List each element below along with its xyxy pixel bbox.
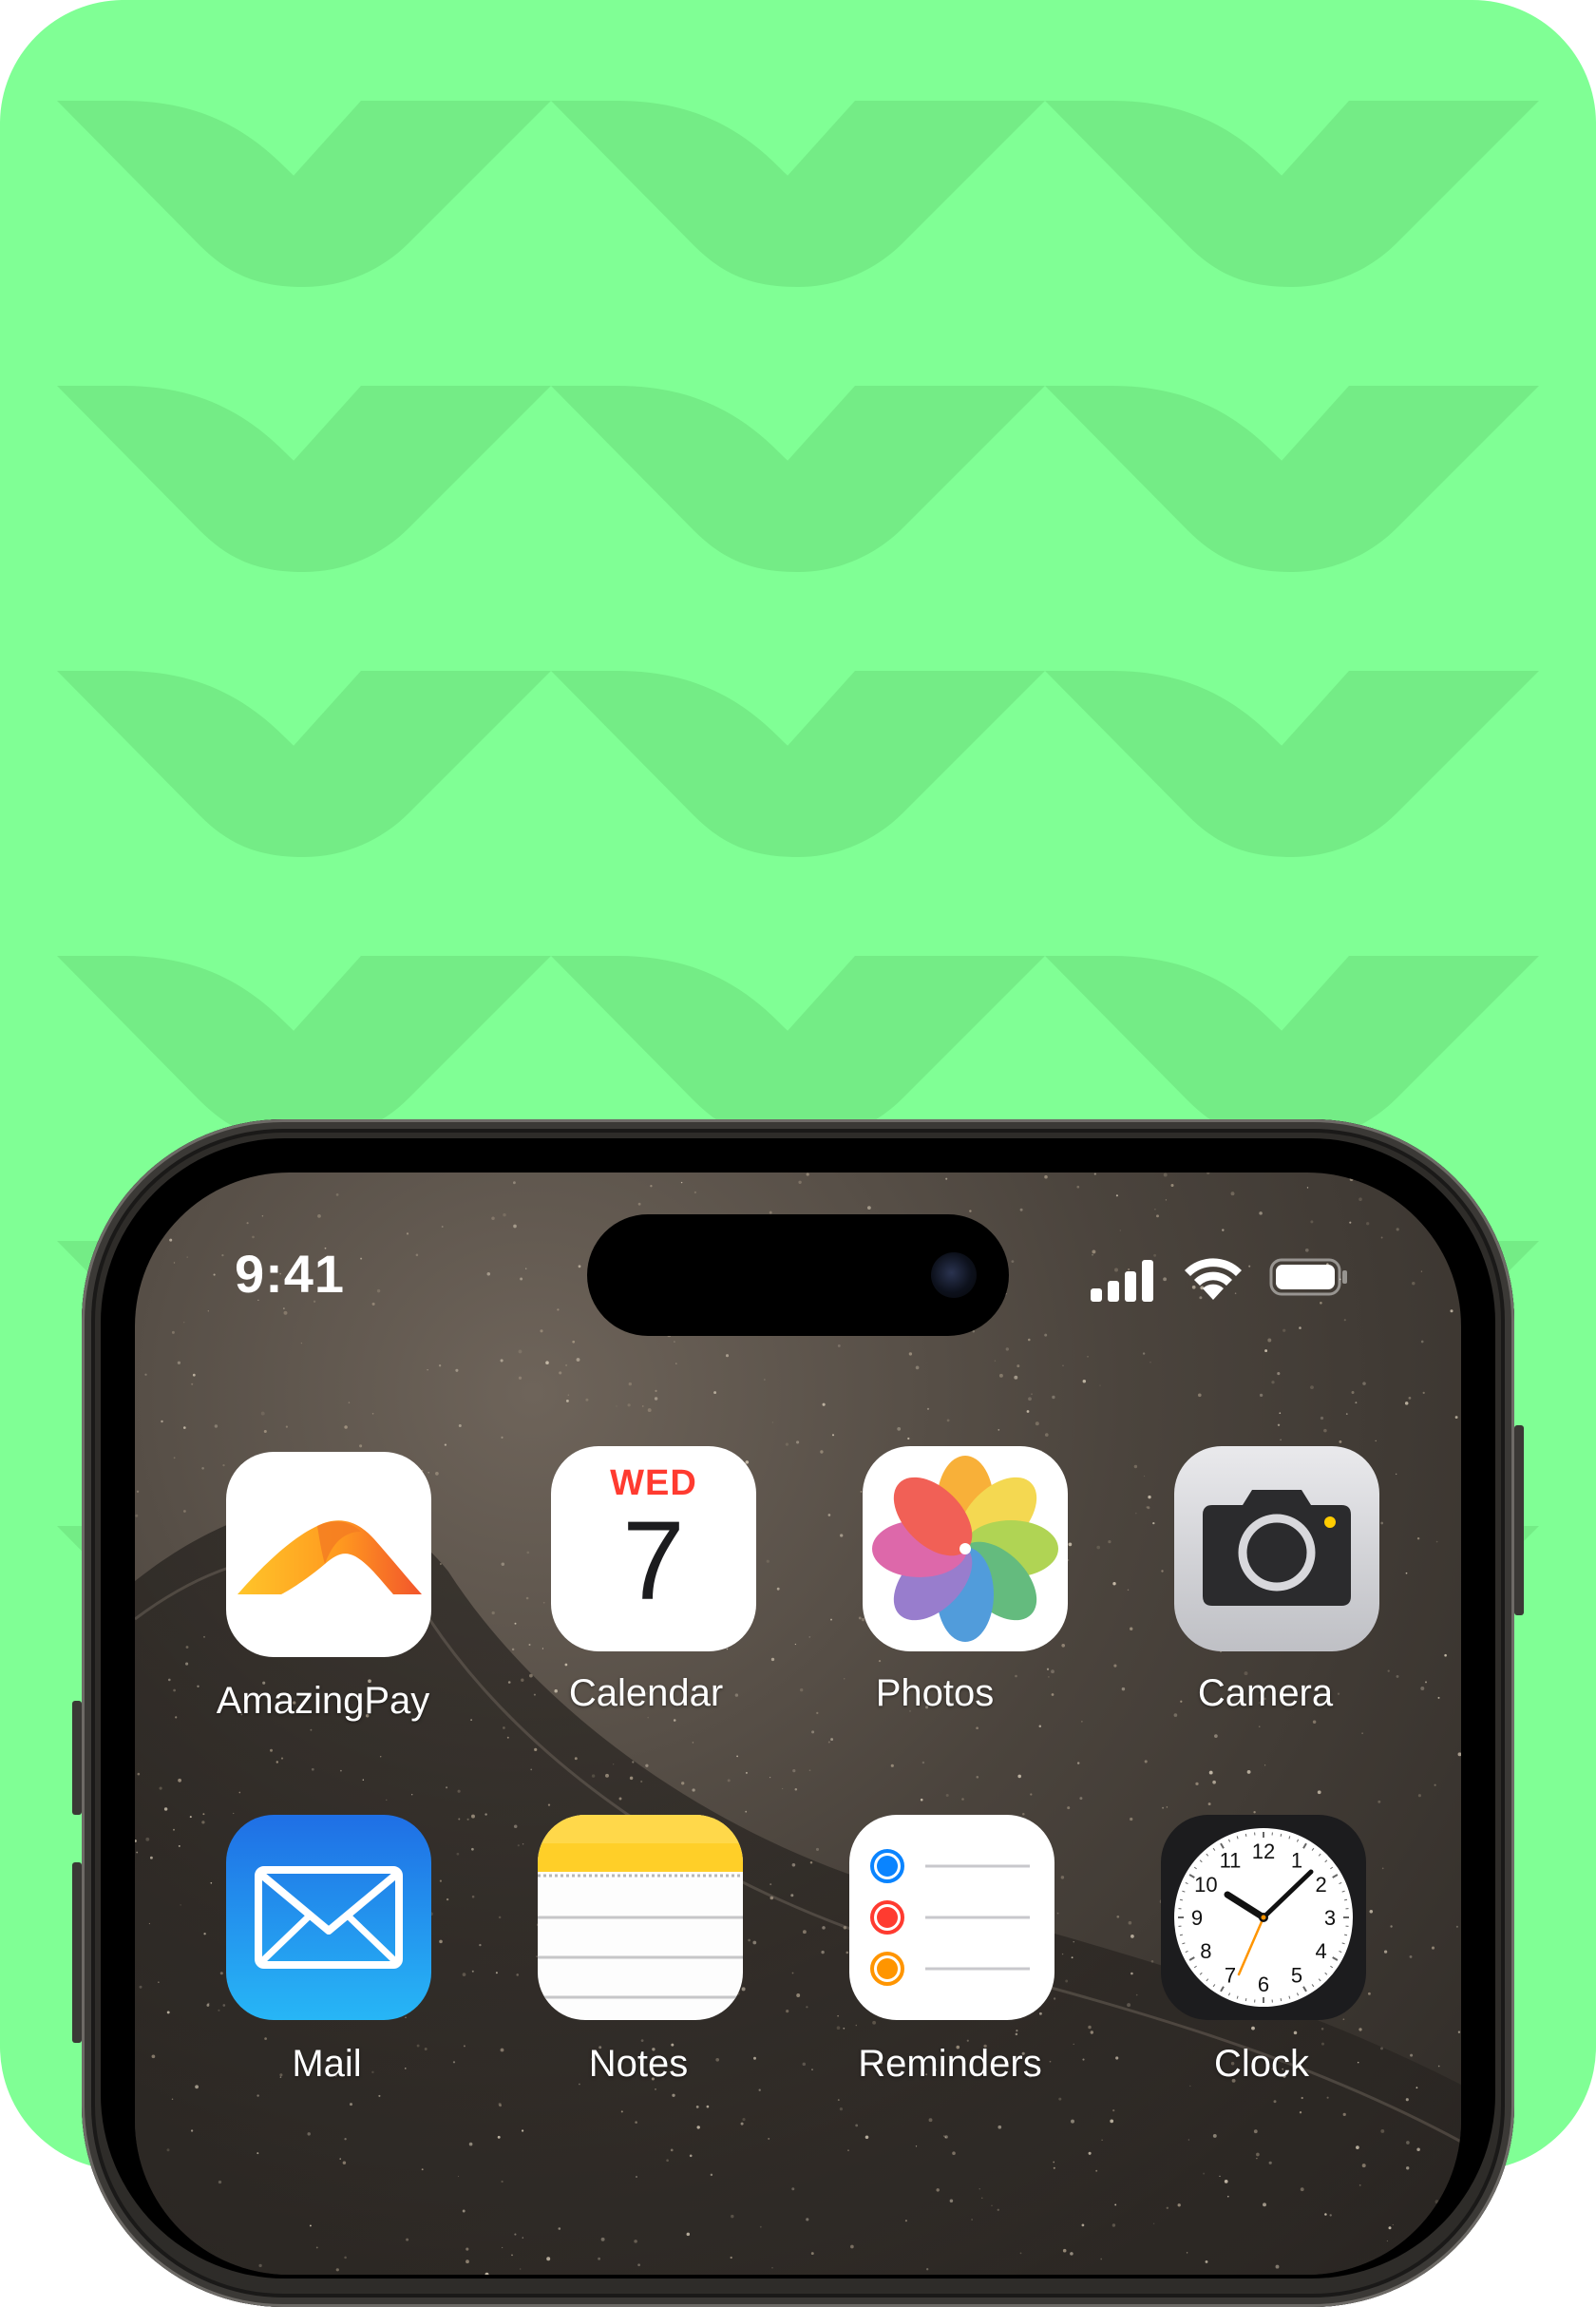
wave-shape xyxy=(1045,386,1539,572)
status-time: 9:41 xyxy=(190,1243,390,1305)
clock-numeral: 10 xyxy=(1194,1873,1217,1897)
wave-shape xyxy=(551,671,1045,857)
clock-numeral: 4 xyxy=(1315,1939,1326,1963)
reminders-icon xyxy=(849,1815,1054,2020)
notes-icon xyxy=(538,1815,743,2020)
clock-numeral: 9 xyxy=(1191,1906,1203,1930)
wave-shape xyxy=(57,386,551,572)
dynamic-island xyxy=(587,1214,1009,1336)
app-label: Calendar xyxy=(522,1672,770,1715)
calendar-icon: WED 7 xyxy=(551,1446,756,1651)
front-camera xyxy=(931,1252,977,1298)
app-label: Notes xyxy=(496,2043,781,2086)
wave-shape xyxy=(551,386,1045,572)
home-screen xyxy=(135,1173,1461,2275)
clock-icon: 12 12 3 45678 9 1011 xyxy=(1161,1815,1366,2020)
wave-shape xyxy=(551,101,1045,287)
wave-shape xyxy=(551,956,1045,1142)
calendar-date: 7 xyxy=(551,1499,756,1623)
clock-numeral: 5 xyxy=(1291,1964,1302,1988)
wave-shape xyxy=(57,101,551,287)
clock-numeral: 3 xyxy=(1324,1906,1336,1930)
app-label: Camera xyxy=(1123,1672,1408,1715)
clock-numeral: 12 xyxy=(1252,1840,1275,1863)
wave-shape xyxy=(57,956,551,1142)
clock-numeral: 8 xyxy=(1200,1939,1211,1963)
wifi-icon xyxy=(1182,1256,1244,1302)
amazingpay-icon xyxy=(226,1452,431,1657)
app-label: Clock xyxy=(1119,2043,1404,2086)
clock-numeral: 7 xyxy=(1225,1964,1236,1988)
app-label: Photos xyxy=(792,1672,1077,1715)
battery-icon xyxy=(1269,1256,1349,1298)
app-label: Reminders xyxy=(808,2043,1092,2086)
clock-numeral: 1 xyxy=(1291,1848,1302,1872)
wallpaper xyxy=(135,1173,1461,2275)
camera-icon xyxy=(1174,1446,1379,1651)
app-label: Mail xyxy=(184,2043,469,2086)
mail-icon xyxy=(226,1815,431,2020)
clock-numeral: 2 xyxy=(1315,1873,1326,1897)
app-label: AmazingPay xyxy=(200,1680,446,1723)
cellular-signal-icon xyxy=(1091,1260,1159,1302)
clock-numeral: 11 xyxy=(1220,1848,1242,1872)
wave-shape xyxy=(57,671,551,857)
wave-shape xyxy=(1045,956,1539,1142)
wave-shape xyxy=(1045,101,1539,287)
action-button xyxy=(72,1701,82,1815)
power-button xyxy=(1514,1425,1524,1615)
clock-numeral: 6 xyxy=(1258,1973,1269,1996)
wave-shape xyxy=(1045,671,1539,857)
volume-up-button xyxy=(72,1862,82,2043)
photos-icon xyxy=(863,1446,1068,1651)
